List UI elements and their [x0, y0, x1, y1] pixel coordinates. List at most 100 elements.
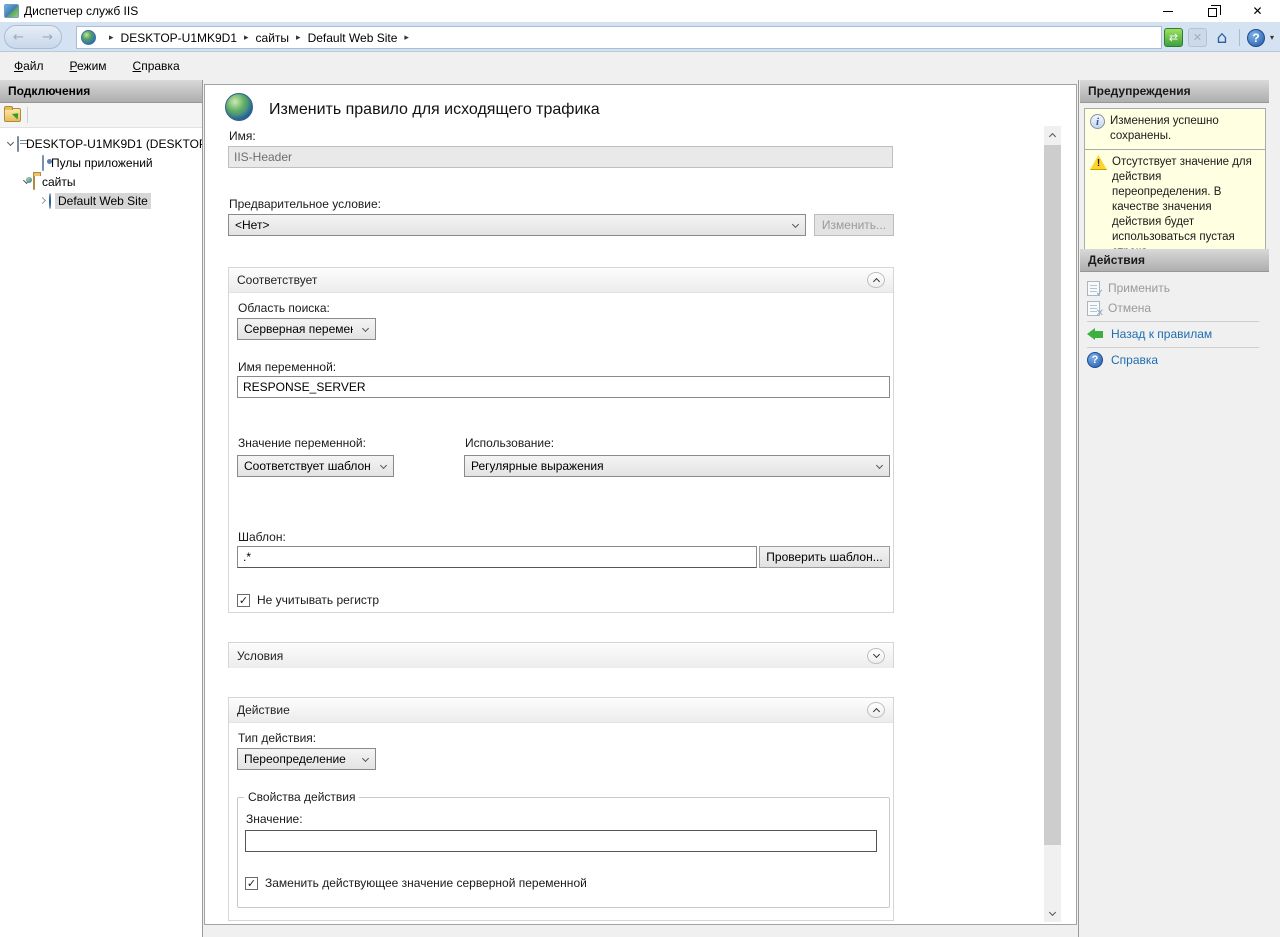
scroll-down-icon[interactable] [1044, 905, 1061, 922]
cancel-label: Отмена [1108, 301, 1151, 315]
toolbar-divider [1239, 29, 1240, 46]
warning-icon: ! [1090, 155, 1107, 170]
checkbox-checked-icon[interactable]: ✓ [245, 877, 258, 890]
collapse-section-button[interactable] [867, 272, 885, 288]
iis-manager-window: Диспетчер служб IIS ✕ ← → ▸ DESKTOP-U1MK… [0, 0, 1280, 937]
tree-item-label[interactable]: Пулы приложений [48, 155, 156, 171]
apply-icon: ✓ [1087, 281, 1100, 296]
chevron-down-icon [362, 325, 369, 332]
ignore-case-label: Не учитывать регистр [257, 593, 379, 607]
alert-text: Изменения успешно сохранены. [1110, 114, 1261, 144]
conditions-section-header[interactable]: Условия [229, 643, 893, 668]
stop-icon[interactable]: ✕ [1188, 28, 1207, 47]
help-dropdown-caret-icon[interactable]: ▾ [1270, 33, 1274, 42]
test-pattern-button[interactable]: Проверить шаблон... [759, 546, 890, 568]
menu-view[interactable]: Режим [70, 59, 107, 73]
breadcrumb-item-sites[interactable]: сайты [256, 31, 290, 45]
back-icon[interactable]: ← [13, 30, 24, 45]
close-button[interactable]: ✕ [1235, 0, 1280, 22]
refresh-icon[interactable]: ⇄ [1164, 28, 1183, 47]
chevron-down-icon [792, 221, 799, 228]
chevron-up-icon [872, 278, 879, 285]
back-to-rules-label[interactable]: Назад к правилам [1111, 327, 1212, 341]
server-icon [17, 136, 19, 152]
connections-header: Подключения [0, 80, 202, 103]
scroll-up-icon[interactable] [1044, 126, 1061, 143]
variable-name-input[interactable] [237, 376, 890, 398]
tree-item-label[interactable]: сайты [39, 174, 79, 190]
replace-value-checkbox-row[interactable]: ✓ Заменить действующее значение серверно… [245, 876, 587, 890]
scrollbar-thumb[interactable] [1044, 145, 1061, 845]
action-type-select[interactable]: Переопределение [237, 748, 376, 770]
help-label[interactable]: Справка [1111, 353, 1158, 367]
name-input [228, 146, 893, 168]
action-type-label: Тип действия: [238, 731, 316, 745]
page-title: Изменить правило для исходящего трафика [269, 101, 600, 119]
action-value-input[interactable] [245, 830, 877, 852]
title-bar: Диспетчер служб IIS ✕ [0, 0, 1280, 22]
help-icon: ? [1087, 352, 1103, 368]
chevron-down-icon [872, 651, 879, 658]
alerts-header: Предупреждения [1080, 80, 1269, 103]
menu-file[interactable]: Файл [14, 59, 44, 73]
action-value-label: Значение: [246, 812, 303, 826]
action-section-header[interactable]: Действие [229, 698, 893, 723]
breadcrumb[interactable]: ▸ DESKTOP-U1MK9D1 ▸ сайты ▸ Default Web … [76, 26, 1162, 49]
tree-item-label[interactable]: Default Web Site [55, 193, 151, 209]
chevron-up-icon [872, 708, 879, 715]
tree-item-sites[interactable]: сайты [0, 172, 202, 191]
minimize-icon [1163, 11, 1173, 12]
scope-select[interactable]: Серверная переменн [237, 318, 376, 340]
address-bar: ← → ▸ DESKTOP-U1MK9D1 ▸ сайты ▸ Default … [0, 22, 1280, 52]
action-properties-group: Свойства действия Значение: ✓ Заменить д… [237, 790, 890, 908]
breadcrumb-item-site[interactable]: Default Web Site [308, 31, 398, 45]
tree-item-app-pools[interactable]: Пулы приложений [0, 153, 202, 172]
using-label: Использование: [465, 436, 554, 450]
checkbox-checked-icon[interactable]: ✓ [237, 594, 250, 607]
help-link[interactable]: ? Справка [1087, 351, 1158, 369]
breadcrumb-arrow-icon: ▸ [109, 33, 114, 43]
restore-button[interactable] [1190, 0, 1235, 22]
connections-pane: Подключения DESKTOP-U1MK9D1 (DESKTOP Пул… [0, 80, 203, 937]
breadcrumb-arrow-icon: ▸ [244, 33, 249, 43]
chevron-down-icon [362, 755, 369, 762]
help-icon[interactable]: ? [1247, 29, 1265, 47]
actions-header: Действия [1080, 249, 1269, 272]
variable-value-select[interactable]: Соответствует шаблону [237, 455, 394, 477]
chevron-right-icon[interactable] [39, 197, 46, 204]
tree-item-default-web-site[interactable]: Default Web Site [0, 191, 202, 210]
conditions-section: Условия [228, 642, 894, 668]
cancel-icon: ✕ [1087, 301, 1100, 316]
edit-precondition-button[interactable]: Изменить... [814, 214, 894, 236]
tree-item-label[interactable]: DESKTOP-U1MK9D1 (DESKTOP [23, 136, 202, 152]
create-connection-icon[interactable] [4, 108, 21, 122]
using-select[interactable]: Регулярные выражения [464, 455, 890, 477]
collapse-section-button[interactable] [867, 702, 885, 718]
ignore-case-checkbox-row[interactable]: ✓ Не учитывать регистр [237, 593, 379, 607]
pattern-label: Шаблон: [238, 530, 286, 544]
home-icon[interactable]: ⌂ [1212, 28, 1232, 47]
content-area: Подключения DESKTOP-U1MK9D1 (DESKTOP Пул… [0, 80, 1280, 937]
precondition-label: Предварительное условие: [229, 197, 381, 211]
cancel-button: ✕ Отмена [1087, 299, 1151, 317]
match-section: Соответствует Область поиска: Серверная … [228, 267, 894, 613]
breadcrumb-item-server[interactable]: DESKTOP-U1MK9D1 [121, 31, 237, 45]
menu-help[interactable]: Справка [133, 59, 180, 73]
variable-name-label: Имя переменной: [238, 360, 336, 374]
tree-item-server[interactable]: DESKTOP-U1MK9D1 (DESKTOP [0, 134, 202, 153]
right-pane: Предупреждения i Изменения успешно сохра… [1078, 80, 1280, 937]
scope-label: Область поиска: [238, 301, 330, 315]
actions-divider [1087, 347, 1259, 348]
forward-icon[interactable]: → [42, 30, 53, 45]
chevron-down-icon[interactable] [7, 138, 14, 145]
minimize-button[interactable] [1145, 0, 1190, 22]
vertical-scrollbar[interactable] [1044, 126, 1061, 922]
apply-label: Применить [1108, 281, 1170, 295]
pattern-input[interactable] [237, 546, 757, 568]
precondition-select[interactable]: <Нет> [228, 214, 806, 236]
back-to-rules-link[interactable]: Назад к правилам [1087, 325, 1212, 343]
match-section-header[interactable]: Соответствует [229, 268, 893, 293]
expand-section-button[interactable] [867, 648, 885, 664]
apply-button: ✓ Применить [1087, 279, 1170, 297]
toolbar-divider [27, 107, 28, 123]
